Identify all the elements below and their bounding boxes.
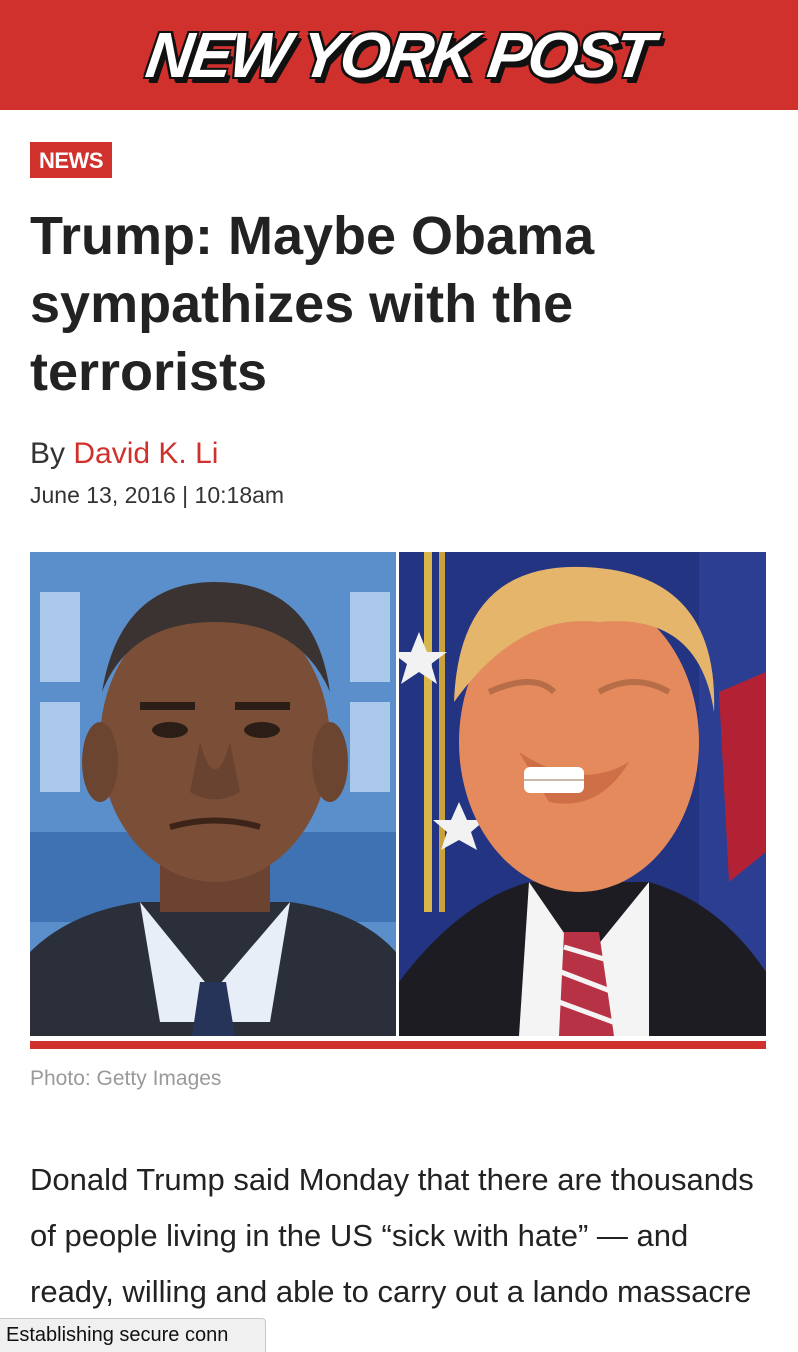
byline: By David K. Li bbox=[30, 436, 766, 472]
photo-trump-art bbox=[399, 552, 766, 1036]
site-logo-link[interactable]: NEW YORK POST bbox=[142, 19, 656, 91]
photo-caption: Photo: Getty Images bbox=[30, 1067, 222, 1090]
photo-rule bbox=[30, 1041, 766, 1049]
browser-status-bar: Establishing secure conn bbox=[0, 1318, 266, 1352]
article-paragraph-cutoff: lando massacre bbox=[532, 1274, 752, 1309]
article-figure: Photo: Getty Images bbox=[30, 552, 766, 1091]
publish-dateline: June 13, 2016 | 10:18am bbox=[30, 482, 285, 508]
article-headline: Trump: Maybe Obama sympathizes with the … bbox=[30, 206, 595, 402]
photo-trump bbox=[399, 552, 766, 1036]
article-body: Donald Trump said Monday that there are … bbox=[30, 1152, 770, 1320]
byline-prefix: By bbox=[30, 437, 66, 470]
site-logo: NEW YORK POST bbox=[142, 19, 656, 91]
photo-obama-art bbox=[30, 552, 396, 1036]
article-photo bbox=[30, 552, 766, 1036]
masthead: NEW YORK POST bbox=[0, 0, 798, 110]
section-tag[interactable]: NEWS bbox=[30, 142, 112, 178]
photo-obama bbox=[30, 552, 396, 1036]
author-link[interactable]: David K. Li bbox=[73, 437, 218, 470]
article-header: NEWS Trump: Maybe Obama sympathizes with… bbox=[30, 142, 766, 510]
